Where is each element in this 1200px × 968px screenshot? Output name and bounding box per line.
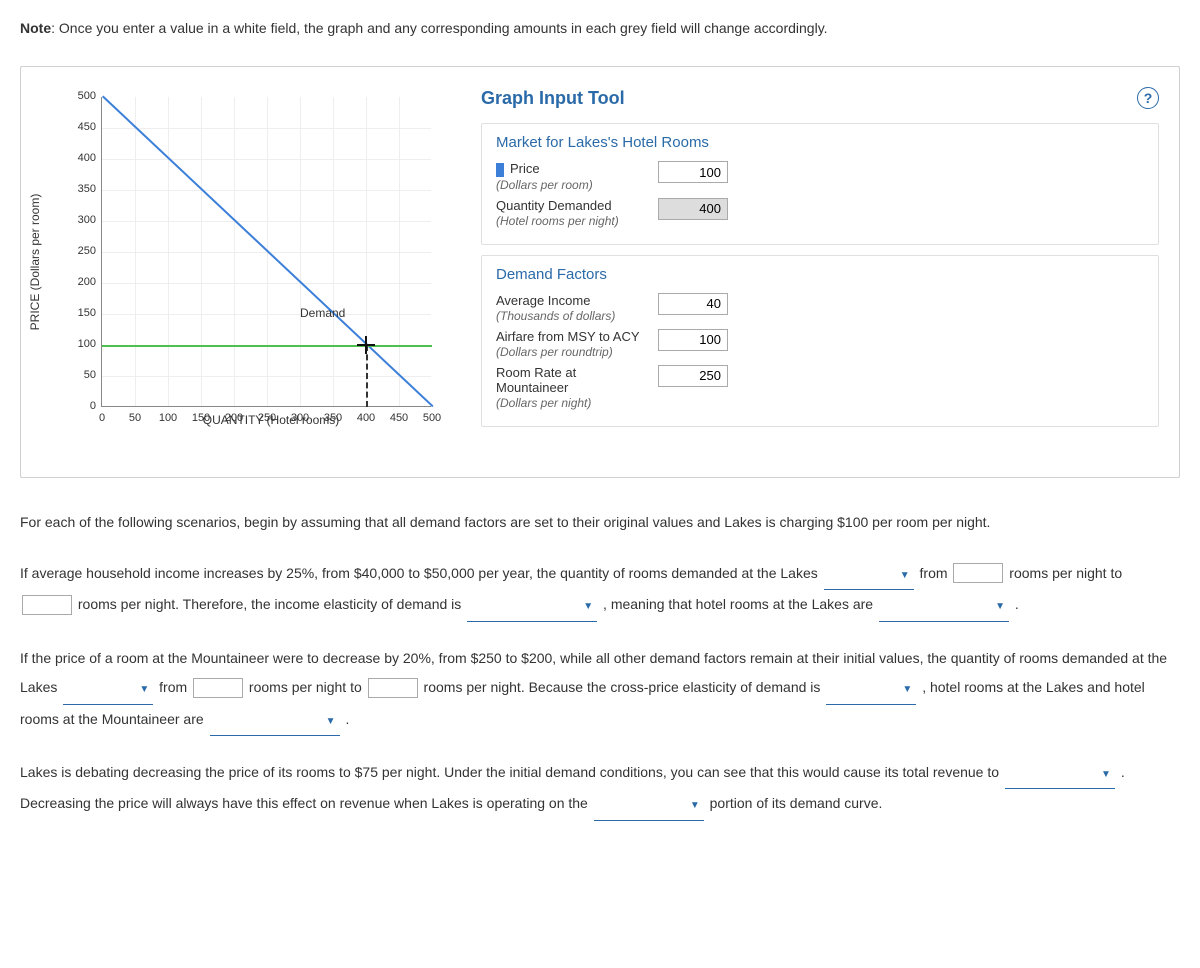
txt: from bbox=[159, 679, 191, 695]
income-label: Average Income bbox=[496, 293, 590, 308]
crossprice-scenario-paragraph: If the price of a room at the Mountainee… bbox=[20, 644, 1180, 736]
txt: from bbox=[920, 565, 952, 581]
input-tool-column: Graph Input Tool ? Market for Lakes's Ho… bbox=[481, 87, 1159, 437]
income-scenario-paragraph: If average household income increases by… bbox=[20, 559, 1180, 622]
tool-title: Graph Input Tool bbox=[481, 88, 625, 109]
roomrate-label: Room Rate at Mountaineer bbox=[496, 365, 576, 395]
chart-ylabel: PRICE (Dollars per room) bbox=[28, 194, 42, 331]
market-panel: Market for Lakes's Hotel Rooms Price (Dol… bbox=[481, 123, 1159, 245]
income-row: Average Income(Thousands of dollars) bbox=[496, 293, 1144, 323]
quantity-output bbox=[658, 198, 728, 220]
txt: Lakes is debating decreasing the price o… bbox=[20, 764, 1003, 780]
airfare-input[interactable] bbox=[658, 329, 728, 351]
quantity-row: Quantity Demanded(Hotel rooms per night) bbox=[496, 198, 1144, 228]
demand-factors-panel: Demand Factors Average Income(Thousands … bbox=[481, 255, 1159, 427]
price-input[interactable] bbox=[658, 161, 728, 183]
txt: rooms per night to bbox=[249, 679, 366, 695]
dropdown-relationship[interactable]: _▼ bbox=[210, 705, 340, 736]
txt: If average household income increases by… bbox=[20, 565, 822, 581]
txt: rooms per night. Because the cross-price… bbox=[424, 679, 825, 695]
quantity-label: Quantity Demanded bbox=[496, 198, 612, 213]
txt: rooms per night to bbox=[1009, 565, 1122, 581]
txt: portion of its demand curve. bbox=[710, 795, 883, 811]
rooms-to-input-2[interactable] bbox=[368, 678, 418, 698]
dropdown-elasticity-2[interactable]: _▼ bbox=[826, 673, 916, 704]
airfare-label: Airfare from MSY to ACY bbox=[496, 329, 640, 344]
txt: , meaning that hotel rooms at the Lakes … bbox=[603, 596, 877, 612]
txt: . bbox=[1015, 596, 1019, 612]
intro-paragraph: For each of the following scenarios, beg… bbox=[20, 508, 1180, 537]
chart-column: PRICE (Dollars per room) 050100150200250… bbox=[41, 87, 461, 437]
dropdown-goodtype-1[interactable]: _▼ bbox=[879, 590, 1009, 621]
question-text: For each of the following scenarios, beg… bbox=[20, 508, 1180, 821]
dropdown-elasticity-1[interactable]: _▼ bbox=[467, 590, 597, 621]
rooms-from-input-2[interactable] bbox=[193, 678, 243, 698]
roomrate-sub: (Dollars per night) bbox=[496, 396, 591, 410]
roomrate-input[interactable] bbox=[658, 365, 728, 387]
rooms-to-input-1[interactable] bbox=[22, 595, 72, 615]
dropdown-direction-2[interactable]: _▼ bbox=[63, 673, 153, 704]
note-line: Note: Once you enter a value in a white … bbox=[20, 20, 1180, 36]
dropdown-direction-1[interactable]: _▼ bbox=[824, 559, 914, 590]
price-sub: (Dollars per room) bbox=[496, 178, 593, 192]
price-row: Price (Dollars per room) bbox=[496, 161, 1144, 192]
price-label: Price bbox=[510, 161, 540, 176]
graph-card: PRICE (Dollars per room) 050100150200250… bbox=[20, 66, 1180, 478]
tool-title-row: Graph Input Tool ? bbox=[481, 87, 1159, 109]
dropdown-revenue[interactable]: _▼ bbox=[1005, 758, 1115, 789]
note-text: : Once you enter a value in a white fiel… bbox=[51, 20, 827, 36]
chart-plot[interactable]: 0501001502002503003504004505000501001502… bbox=[101, 97, 431, 407]
help-icon[interactable]: ? bbox=[1137, 87, 1159, 109]
txt: rooms per night. Therefore, the income e… bbox=[78, 596, 465, 612]
series-chip-icon bbox=[496, 163, 504, 177]
revenue-scenario-paragraph: Lakes is debating decreasing the price o… bbox=[20, 758, 1180, 821]
quantity-sub: (Hotel rooms per night) bbox=[496, 214, 619, 228]
chart-wrap: PRICE (Dollars per room) 050100150200250… bbox=[41, 97, 461, 427]
demand-heading: Demand Factors bbox=[496, 266, 1144, 283]
rooms-from-input-1[interactable] bbox=[953, 563, 1003, 583]
airfare-sub: (Dollars per roundtrip) bbox=[496, 345, 613, 359]
income-sub: (Thousands of dollars) bbox=[496, 309, 615, 323]
income-input[interactable] bbox=[658, 293, 728, 315]
market-heading: Market for Lakes's Hotel Rooms bbox=[496, 134, 1144, 151]
airfare-row: Airfare from MSY to ACY(Dollars per roun… bbox=[496, 329, 1144, 359]
txt: . bbox=[345, 711, 349, 727]
roomrate-row: Room Rate at Mountaineer(Dollars per nig… bbox=[496, 365, 1144, 410]
dropdown-portion[interactable]: _▼ bbox=[594, 789, 704, 820]
note-prefix: Note bbox=[20, 20, 51, 36]
